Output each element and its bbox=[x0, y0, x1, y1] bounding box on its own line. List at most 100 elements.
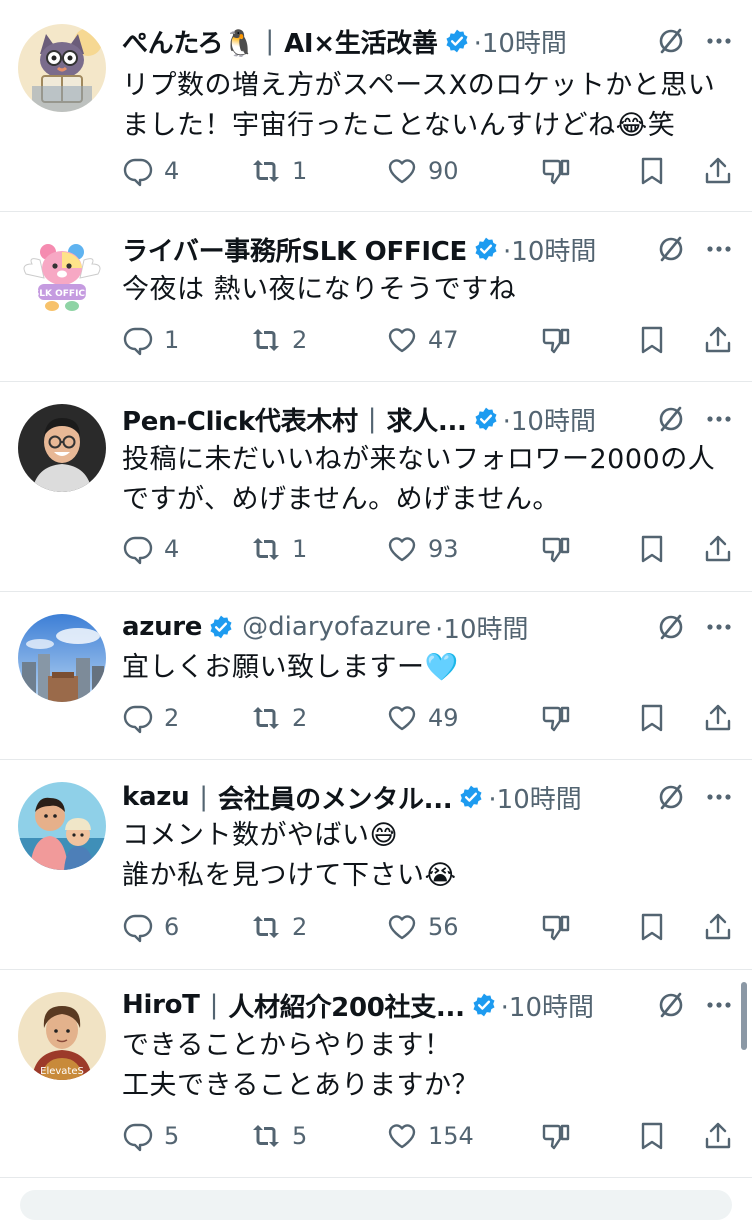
more-dots-icon[interactable] bbox=[702, 780, 736, 814]
post-item[interactable]: Pen-Click代表木村 | 求人... ·10時間 投稿に未だいいねが来ない… bbox=[0, 382, 752, 592]
post-text: 今夜は 熱い夜になりそうですね bbox=[122, 270, 728, 310]
post-item[interactable]: kazu | 会社員のメンタル... ·10時間 コメント数がやばい😅 誰か私を… bbox=[0, 760, 752, 970]
bookmark-button[interactable] bbox=[636, 529, 668, 569]
author-name[interactable]: ぺんたろ🐧 bbox=[122, 23, 256, 60]
author-bio-name[interactable]: AI×生活改善 bbox=[284, 23, 438, 60]
share-button[interactable] bbox=[702, 907, 734, 947]
reply-button[interactable]: 4 bbox=[122, 529, 179, 569]
author-handle[interactable]: @diaryofazure bbox=[242, 612, 431, 642]
bookmark-icon bbox=[641, 704, 663, 732]
post-time[interactable]: ·10時間 bbox=[488, 779, 581, 816]
post-item[interactable]: ぺんたろ🐧 | AI×生活改善 ·10時間 リプ数の増え方がスペースXのロケット… bbox=[0, 0, 752, 212]
avatar-image bbox=[18, 614, 106, 702]
avatar[interactable] bbox=[18, 24, 106, 112]
repost-count: 2 bbox=[292, 913, 308, 941]
reply-button[interactable]: 4 bbox=[122, 151, 179, 191]
verified-badge-icon bbox=[210, 615, 232, 639]
reply-button[interactable]: 6 bbox=[122, 907, 179, 947]
share-button[interactable] bbox=[702, 151, 734, 191]
author-bio-name[interactable]: 求人... bbox=[386, 401, 466, 438]
reply-composer-edge[interactable] bbox=[20, 1190, 732, 1220]
reply-button[interactable]: 1 bbox=[122, 320, 179, 360]
like-button[interactable]: 47 bbox=[386, 320, 459, 360]
author-bio-name[interactable]: 人材紹介200社支... bbox=[228, 987, 465, 1024]
like-button[interactable]: 56 bbox=[386, 907, 459, 947]
repost-button[interactable]: 1 bbox=[250, 151, 307, 191]
repost-button[interactable]: 2 bbox=[250, 698, 307, 738]
share-button[interactable] bbox=[702, 1116, 734, 1156]
bookmark-icon bbox=[641, 326, 663, 354]
avatar[interactable] bbox=[18, 614, 106, 702]
thumbs-down-icon bbox=[542, 915, 570, 941]
repost-button[interactable]: 5 bbox=[250, 1116, 307, 1156]
post-time[interactable]: ·10時間 bbox=[501, 987, 594, 1024]
dislike-button[interactable] bbox=[540, 698, 572, 738]
like-button[interactable]: 90 bbox=[386, 151, 459, 191]
slashed-circle-icon[interactable] bbox=[656, 990, 686, 1020]
dislike-button[interactable] bbox=[540, 320, 572, 360]
author-name[interactable]: Pen-Click代表木村 bbox=[122, 401, 358, 438]
avatar[interactable]: ElevateS bbox=[18, 992, 106, 1080]
repost-button[interactable]: 2 bbox=[250, 907, 307, 947]
action-bar: 5 5 154 bbox=[0, 1116, 752, 1156]
repost-arrows-icon bbox=[253, 538, 279, 560]
dislike-button[interactable] bbox=[540, 907, 572, 947]
slashed-circle-icon[interactable] bbox=[656, 234, 686, 264]
reply-button[interactable]: 5 bbox=[122, 1116, 179, 1156]
repost-arrows-icon bbox=[253, 329, 279, 351]
more-dots-icon[interactable] bbox=[702, 24, 736, 58]
verified-badge-icon bbox=[446, 29, 468, 53]
bookmark-button[interactable] bbox=[636, 320, 668, 360]
share-button[interactable] bbox=[702, 320, 734, 360]
heart-icon bbox=[388, 915, 416, 940]
slashed-circle-icon[interactable] bbox=[656, 404, 686, 434]
reply-button[interactable]: 2 bbox=[122, 698, 179, 738]
author-name[interactable]: azure bbox=[122, 612, 202, 642]
more-dots-icon[interactable] bbox=[702, 610, 736, 644]
post-time[interactable]: ·10時間 bbox=[503, 231, 596, 268]
bookmark-button[interactable] bbox=[636, 1116, 668, 1156]
more-dots-icon[interactable] bbox=[702, 232, 736, 266]
dislike-button[interactable] bbox=[540, 529, 572, 569]
avatar[interactable]: SLK OFFICE bbox=[18, 234, 106, 322]
like-button[interactable]: 154 bbox=[386, 1116, 474, 1156]
post-item[interactable]: azure @diaryofazure ·10時間 宜しくお願い致しますー🩵 2… bbox=[0, 592, 752, 760]
more-dots-icon[interactable] bbox=[702, 402, 736, 436]
author-bio-name[interactable]: 会社員のメンタル... bbox=[218, 779, 453, 816]
slashed-circle-icon[interactable] bbox=[656, 612, 686, 642]
scrollbar-thumb[interactable] bbox=[741, 982, 747, 1050]
dislike-button[interactable] bbox=[540, 1116, 572, 1156]
post-time[interactable]: ·10時間 bbox=[503, 401, 596, 438]
author-name[interactable]: ライバー事務所SLK OFFICE bbox=[122, 231, 467, 268]
action-bar: 1 2 47 bbox=[0, 320, 752, 360]
post-time[interactable]: ·10時間 bbox=[474, 23, 567, 60]
share-button[interactable] bbox=[702, 698, 734, 738]
avatar[interactable] bbox=[18, 404, 106, 492]
like-button[interactable]: 93 bbox=[386, 529, 459, 569]
avatar-image bbox=[18, 404, 106, 492]
post-item[interactable]: SLK OFFICE ライバー事務所SLK OFFICE ·10時間 今夜は 熱… bbox=[0, 212, 752, 382]
more-dots-icon[interactable] bbox=[702, 988, 736, 1022]
slashed-circle-icon[interactable] bbox=[656, 26, 686, 56]
post-item[interactable]: ElevateS HiroT | 人材紹介200社支... ·10時間 できるこ… bbox=[0, 970, 752, 1178]
heart-icon bbox=[388, 159, 416, 184]
bookmark-button[interactable] bbox=[636, 907, 668, 947]
post-text-line: ですが、めげません。めげません。 bbox=[122, 484, 560, 515]
avatar[interactable] bbox=[18, 782, 106, 870]
bookmark-button[interactable] bbox=[636, 698, 668, 738]
share-upload-icon bbox=[705, 913, 731, 940]
slashed-circle-icon[interactable] bbox=[656, 782, 686, 812]
repost-button[interactable]: 2 bbox=[250, 320, 307, 360]
author-name[interactable]: HiroT bbox=[122, 990, 200, 1020]
like-button[interactable]: 49 bbox=[386, 698, 459, 738]
share-button[interactable] bbox=[702, 529, 734, 569]
post-time[interactable]: ·10時間 bbox=[435, 609, 528, 646]
name-separator: | bbox=[209, 990, 219, 1020]
post-text-line: リプ数の増え方がスペースXのロケットかと思い bbox=[122, 70, 716, 101]
dislike-button[interactable] bbox=[540, 151, 572, 191]
repost-button[interactable]: 1 bbox=[250, 529, 307, 569]
post-text-line: 宜しくお願い致しますー🩵 bbox=[122, 652, 459, 683]
bookmark-button[interactable] bbox=[636, 151, 668, 191]
author-name[interactable]: kazu bbox=[122, 782, 190, 812]
post-text-line: できることからやります！ bbox=[122, 1030, 452, 1061]
